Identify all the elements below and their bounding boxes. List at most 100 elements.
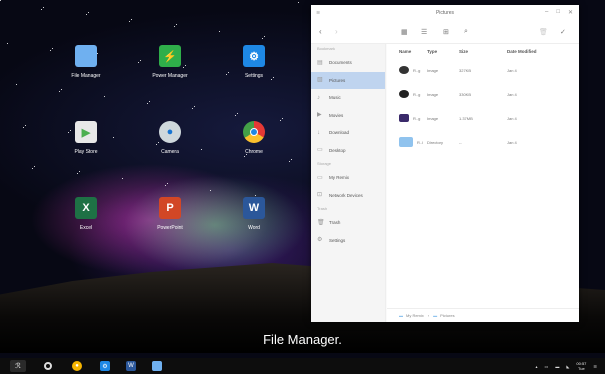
star [43, 7, 44, 8]
window-menu-icon[interactable]: ≋ [316, 10, 320, 16]
star [79, 171, 80, 172]
desktop-icon-file-manager[interactable]: File Manager [46, 45, 126, 79]
sidebar-item-network-devices[interactable]: ⊡ Network Devices [311, 187, 385, 205]
star [61, 89, 62, 90]
file-row[interactable]: R..l Directory -- Jan 4 [387, 130, 579, 154]
sidebar-item-label: Pictures [329, 77, 346, 83]
close-icon[interactable]: ✕ [568, 9, 573, 16]
sidebar-item-download[interactable]: ↓ Download [311, 124, 385, 142]
file-manager-taskbar-icon[interactable] [152, 361, 162, 371]
sidebar-header: Storage [317, 161, 332, 166]
desktop-icon-word[interactable]: W Word [214, 197, 294, 231]
file-row[interactable]: R..g Image 330KB Jan 4 [387, 82, 579, 106]
clock[interactable]: 00:57 Tue [576, 361, 586, 371]
battery-icon[interactable]: ▬ [555, 364, 559, 369]
drive-icon: ▭ [317, 174, 323, 181]
desktop-icon-camera[interactable]: ● Camera [130, 121, 210, 155]
desktop-icon-play-store[interactable]: ▶ Play Store [46, 121, 126, 155]
desktop-icon-power-manager[interactable]: ⚡ Power Manager [130, 45, 210, 79]
star [25, 125, 26, 126]
desktop-icon-excel[interactable]: X Excel [46, 197, 126, 231]
column-type[interactable]: Type [427, 49, 459, 54]
sidebar-item-movies[interactable]: ▶ Movies [311, 107, 385, 125]
new-folder-icon[interactable]: ⊞ [443, 28, 449, 36]
desktop-icon-powerpoint[interactable]: P PowerPoint [130, 197, 210, 231]
start-menu-button[interactable]: ℛ [10, 360, 26, 372]
wifi-icon[interactable]: ◣ [566, 364, 569, 369]
star [264, 36, 265, 37]
sidebar-item-label: Documents [329, 60, 352, 66]
sidebar-item-documents[interactable]: ▤ Documents [311, 54, 385, 72]
column-date-modified[interactable]: Date Modified [507, 49, 547, 54]
image-icon: ▧ [317, 77, 323, 84]
folder-icon [75, 45, 97, 67]
sidebar-header: Bookmark [317, 46, 336, 51]
sort-icon[interactable]: ☰ [421, 28, 427, 36]
back-arrow-icon[interactable]: ‹ [319, 27, 322, 36]
clock-day: Tue [578, 366, 585, 371]
star [210, 190, 211, 191]
settings-taskbar-icon[interactable]: ⚙ [100, 361, 110, 371]
sidebar-item-label: Movies [329, 112, 344, 118]
window-toolbar: ‹ › ▦ ☰ ⊞ ⌕ 🗑 ✓ [311, 20, 579, 44]
chrome-icon [243, 121, 265, 143]
desktop-icon-label: Camera [161, 149, 179, 155]
folder-icon: ▬ [399, 313, 403, 318]
battery-icon: ⚡ [159, 45, 181, 67]
column-name[interactable]: Name [387, 49, 427, 54]
notifications-icon[interactable]: ☰ [593, 364, 597, 369]
up-arrow-icon[interactable]: ▴ [536, 364, 538, 369]
desktop-icon-label: File Manager [71, 73, 101, 79]
star [255, 195, 256, 196]
download-icon: ↓ [317, 129, 320, 136]
desktop-icon-label: Settings [244, 73, 264, 79]
sidebar-item-settings[interactable]: ⚙ Settings [311, 232, 385, 250]
star [298, 2, 299, 3]
gear-icon: ⚙ [317, 237, 323, 244]
desktop-icon-settings[interactable]: ⚙ Settings [214, 45, 294, 79]
file-name: R..g [413, 91, 421, 97]
word-taskbar-icon[interactable]: W [126, 361, 136, 371]
file-name: R..g [413, 115, 421, 121]
file-size: 327KB [459, 67, 472, 73]
trash-icon[interactable]: 🗑 [539, 28, 548, 36]
taskbar-app-icon[interactable]: ● [72, 361, 82, 371]
grid-view-icon[interactable]: ▦ [401, 28, 408, 36]
star [194, 106, 195, 107]
star [41, 9, 42, 10]
star [131, 19, 132, 20]
star [149, 101, 150, 102]
forward-arrow-icon[interactable]: › [335, 27, 338, 36]
file-date: Jan 4 [507, 115, 517, 121]
maximize-icon[interactable]: □ [556, 9, 560, 16]
search-icon[interactable]: ⌕ [464, 28, 468, 36]
file-list-header: Name Type Size Date Modified [387, 44, 579, 58]
star [129, 21, 130, 22]
sidebar-item-my-remix[interactable]: ▭ My Remix [311, 169, 385, 187]
sidebar-item-desktop[interactable]: ▭ Desktop [311, 142, 385, 160]
minimize-icon[interactable]: – [545, 9, 548, 16]
window-titlebar[interactable]: ≋ Pictures – □ ✕ [311, 5, 579, 20]
system-tray: ▴ ▭ ▬ ◣ 00:57 Tue ☰ [536, 358, 597, 374]
caption-subtitle: File Manager. [263, 332, 342, 347]
file-row[interactable]: R..g Image 1.37MB Jan 4 [387, 106, 579, 130]
file-row[interactable]: R..g Image 327KB Jan 4 [387, 58, 579, 82]
column-size[interactable]: Size [459, 49, 507, 54]
desktop-icon-chrome[interactable]: Chrome [214, 121, 294, 155]
powerpoint-icon: P [159, 197, 181, 219]
keyboard-icon[interactable]: ▭ [545, 364, 549, 369]
breadcrumb-current[interactable]: Pictures [440, 313, 454, 318]
sidebar-header: Trash [317, 206, 328, 211]
window-title: Pictures [435, 9, 455, 16]
sidebar-item-pictures[interactable]: ▧ Pictures [311, 71, 385, 89]
folder-icon: ▬ [433, 313, 438, 318]
star [16, 84, 17, 85]
search-circle-icon[interactable] [44, 362, 52, 370]
sidebar-item-trash[interactable]: 🗑 Trash [311, 214, 385, 232]
star [235, 115, 236, 116]
star [147, 103, 148, 104]
sidebar-item-music[interactable]: ♪ Music [311, 89, 385, 107]
image-thumbnail [399, 114, 409, 122]
breadcrumb-root[interactable]: My Remix [406, 313, 424, 318]
select-icon[interactable]: ✓ [560, 28, 566, 36]
